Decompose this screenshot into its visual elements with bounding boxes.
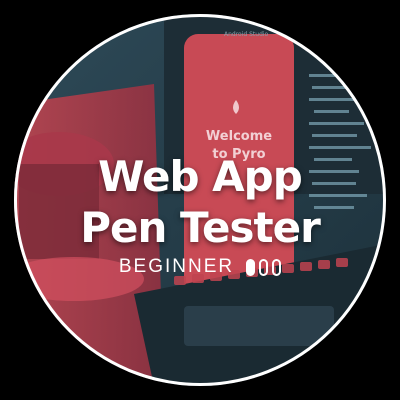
level-pill-empty	[272, 258, 282, 276]
phone-welcome-line1: Welcome	[206, 129, 272, 144]
phone-app-label: Android Studio	[224, 31, 269, 38]
level-pill-filled	[246, 258, 256, 276]
level-pill-empty	[259, 258, 269, 276]
level-indicator: BEGINNER	[0, 256, 400, 278]
badge-title-line2: Pen Tester	[80, 203, 321, 252]
level-pills	[242, 258, 282, 276]
level-label: BEGINNER	[118, 256, 235, 277]
badge-title-line1: Web App	[98, 152, 303, 201]
keyboard-lower	[184, 306, 334, 346]
